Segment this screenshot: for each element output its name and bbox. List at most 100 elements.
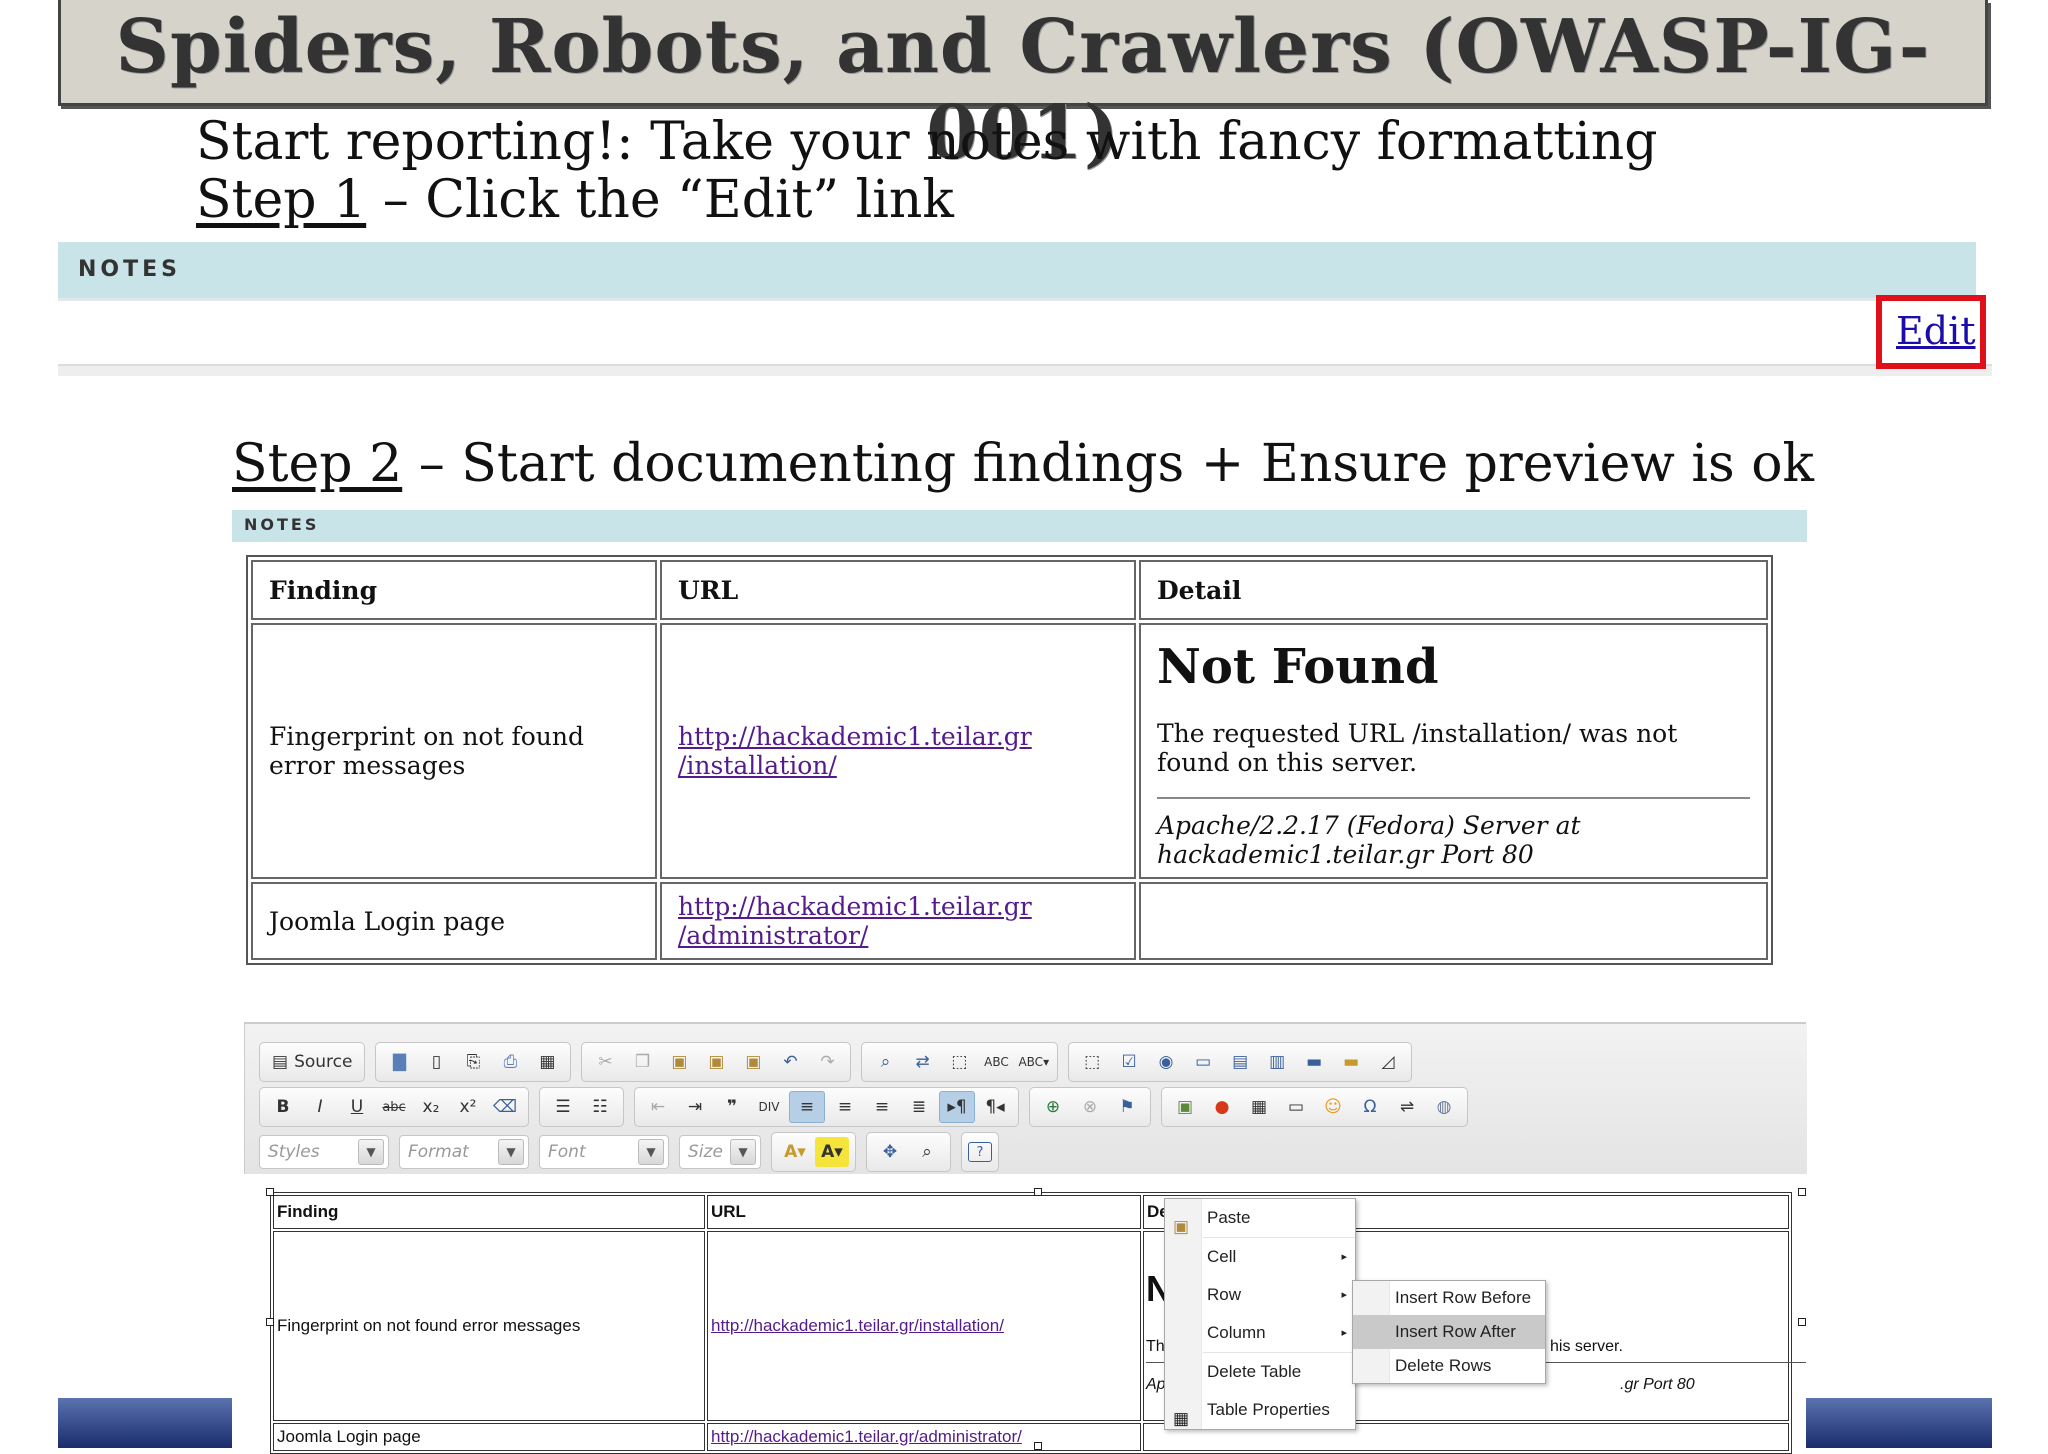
table-header-row: Finding URL Detail (251, 560, 1768, 620)
menu-item-row[interactable]: Row ▸ (1165, 1276, 1355, 1314)
menu-item-insert-row-after[interactable]: Insert Row After (1353, 1315, 1545, 1349)
new-page-icon[interactable]: ▯ (419, 1047, 453, 1077)
show-blocks-icon[interactable]: ⌕ (910, 1137, 944, 1167)
url-link[interactable]: http://hackademic1.teilar.gr/installatio… (711, 1316, 1004, 1335)
print-icon[interactable]: ⎙ (493, 1047, 527, 1077)
server-address: Apache/2.2.17 (Fedora) Server at hackade… (1157, 811, 1581, 869)
select-all-icon[interactable]: ⬚ (942, 1047, 976, 1077)
align-right-icon[interactable]: ≡ (865, 1092, 899, 1122)
resize-handle[interactable] (1034, 1188, 1042, 1196)
url-cell[interactable]: http://hackademic1.teilar.gr/administrat… (707, 1423, 1141, 1451)
resize-handle[interactable] (1798, 1188, 1806, 1196)
bold-icon[interactable]: B (266, 1092, 300, 1122)
copy-icon[interactable]: ❐ (625, 1047, 659, 1077)
textfield-icon[interactable]: ▭ (1186, 1047, 1220, 1077)
align-center-icon[interactable]: ≡ (828, 1092, 862, 1122)
select-field-icon[interactable]: ▥ (1260, 1047, 1294, 1077)
radio-icon[interactable]: ◉ (1149, 1047, 1183, 1077)
menu-item-delete-table[interactable]: Delete Table (1165, 1353, 1355, 1391)
toolbar-row-2: B I U abc x₂ x² ⌫ ☰ ☷ ⇤ ⇥ ❞ DIV ≡ ≡ ≡ ≣ (259, 1087, 1468, 1127)
table-row: Joomla Login page http://hackademic1.tei… (251, 882, 1768, 960)
iframe-icon[interactable]: ◍ (1427, 1092, 1461, 1122)
blockquote-icon[interactable]: ❞ (715, 1092, 749, 1122)
maximize-icon[interactable]: ✥ (873, 1137, 907, 1167)
size-dropdown[interactable]: Size ▼ (679, 1135, 761, 1169)
source-button[interactable]: ▤ Source (266, 1047, 358, 1077)
about-icon[interactable]: ? (968, 1142, 992, 1162)
flash-icon[interactable]: ● (1205, 1092, 1239, 1122)
save-icon[interactable]: ▇ (382, 1047, 416, 1077)
image-button-icon[interactable]: ▬ (1334, 1047, 1368, 1077)
url-link[interactable]: http://hackademic1.teilar.gr/administrat… (678, 892, 1032, 950)
url-cell[interactable]: http://hackademic1.teilar.gr/installatio… (707, 1231, 1141, 1421)
text-color-icon[interactable]: A▾ (778, 1137, 812, 1167)
footer-band-right (1806, 1398, 1992, 1448)
underline-icon[interactable]: U (340, 1092, 374, 1122)
unlink-icon[interactable]: ⊗ (1073, 1092, 1107, 1122)
paste-word-icon[interactable]: ▣ (736, 1047, 770, 1077)
editor-table[interactable]: Finding URL De Fingerprint on not found … (270, 1192, 1806, 1454)
ltr-icon[interactable]: ▸¶ (939, 1091, 975, 1123)
resize-handle[interactable] (266, 1318, 274, 1326)
indent-icon[interactable]: ⇥ (678, 1092, 712, 1122)
finding-cell[interactable]: Fingerprint on not found error messages (273, 1231, 705, 1421)
spellcheck-icon[interactable]: ABC (979, 1047, 1013, 1077)
redo-icon[interactable]: ↷ (810, 1047, 844, 1077)
italic-icon[interactable]: I (303, 1092, 337, 1122)
image-icon[interactable]: ▣ (1168, 1092, 1202, 1122)
edit-link[interactable]: Edit (1896, 309, 1976, 353)
resize-handle[interactable] (1798, 1318, 1806, 1326)
horizontal-line-icon[interactable]: ▭ (1279, 1092, 1313, 1122)
superscript-icon[interactable]: x² (451, 1092, 485, 1122)
align-left-icon[interactable]: ≡ (789, 1091, 825, 1123)
textarea-icon[interactable]: ▤ (1223, 1047, 1257, 1077)
undo-icon[interactable]: ↶ (773, 1047, 807, 1077)
spellcheck-dropdown-icon[interactable]: ABC▾ (1016, 1047, 1051, 1077)
anchor-icon[interactable]: ⚑ (1110, 1092, 1144, 1122)
format-dropdown[interactable]: Format ▼ (399, 1135, 529, 1169)
strike-icon[interactable]: abc (377, 1092, 411, 1122)
subscript-icon[interactable]: x₂ (414, 1092, 448, 1122)
url-link[interactable]: http://hackademic1.teilar.gr/installatio… (678, 722, 1032, 780)
resize-handle[interactable] (1034, 1442, 1042, 1450)
menu-item-table-properties[interactable]: ▦ Table Properties (1165, 1391, 1355, 1429)
special-char-icon[interactable]: Ω (1353, 1092, 1387, 1122)
toolbar-group: ▇ ▯ ⎘ ⎙ ▦ (375, 1042, 572, 1082)
find-icon[interactable]: ⌕ (868, 1047, 902, 1077)
page-break-icon[interactable]: ⇌ (1390, 1092, 1424, 1122)
table-icon[interactable]: ▦ (1242, 1092, 1276, 1122)
editor-content-area[interactable]: Finding URL De Fingerprint on not found … (264, 1188, 1806, 1454)
background-color-icon[interactable]: A▾ (815, 1137, 849, 1167)
checkbox-icon[interactable]: ☑ (1112, 1047, 1146, 1077)
paste-text-icon[interactable]: ▣ (699, 1047, 733, 1077)
finding-cell[interactable]: Joomla Login page (273, 1423, 705, 1451)
link-icon[interactable]: ⊕ (1036, 1092, 1070, 1122)
menu-item-paste[interactable]: ▣ Paste (1165, 1199, 1355, 1237)
remove-format-icon[interactable]: ⌫ (488, 1092, 522, 1122)
source-icon: ▤ (272, 1052, 289, 1072)
form-icon[interactable]: ⬚ (1075, 1047, 1109, 1077)
menu-item-delete-rows[interactable]: Delete Rows (1353, 1349, 1545, 1383)
resize-handle[interactable] (266, 1188, 274, 1196)
div-container-icon[interactable]: DIV (752, 1092, 786, 1122)
rtl-icon[interactable]: ¶◂ (978, 1092, 1012, 1122)
numbered-list-icon[interactable]: ☰ (546, 1092, 580, 1122)
templates-icon[interactable]: ▦ (530, 1047, 564, 1077)
menu-item-cell[interactable]: Cell ▸ (1165, 1238, 1355, 1276)
url-link[interactable]: http://hackademic1.teilar.gr/administrat… (711, 1427, 1022, 1446)
hidden-field-icon[interactable]: ◿ (1371, 1047, 1405, 1077)
menu-item-column[interactable]: Column ▸ (1165, 1314, 1355, 1352)
styles-dropdown[interactable]: Styles ▼ (259, 1135, 389, 1169)
menu-item-insert-row-before[interactable]: Insert Row Before (1353, 1281, 1545, 1315)
replace-icon[interactable]: ⇄ (905, 1047, 939, 1077)
justify-icon[interactable]: ≣ (902, 1092, 936, 1122)
smiley-icon[interactable]: ☺ (1316, 1092, 1350, 1122)
font-dropdown[interactable]: Font ▼ (539, 1135, 669, 1169)
outdent-icon[interactable]: ⇤ (641, 1092, 675, 1122)
preview-icon[interactable]: ⎘ (456, 1047, 490, 1077)
paste-icon[interactable]: ▣ (662, 1047, 696, 1077)
finding-cell: Fingerprint on not found error messages (251, 623, 657, 879)
bulleted-list-icon[interactable]: ☷ (583, 1092, 617, 1122)
button-field-icon[interactable]: ▬ (1297, 1047, 1331, 1077)
cut-icon[interactable]: ✂ (588, 1047, 622, 1077)
